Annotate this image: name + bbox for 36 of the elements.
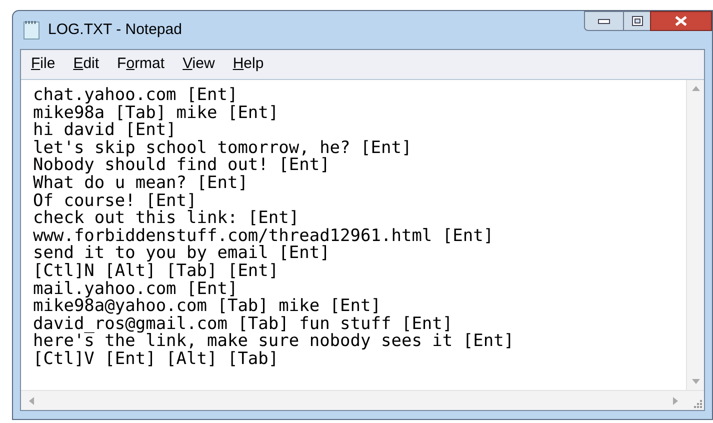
window-title: LOG.TXT - Notepad: [48, 20, 182, 40]
text-line: hi david [Ent]: [33, 122, 176, 140]
text-line: What do u mean? [Ent]: [33, 174, 248, 193]
minimize-button[interactable]: [584, 11, 624, 31]
text-line: mike98a@yahoo.com [Tab] mike [Ent]: [33, 298, 381, 316]
menu-item[interactable]: File: [25, 53, 62, 76]
text-line: www.forbiddenstuff.com/thread12961.html [Ent]: [33, 228, 494, 246]
text-line: send it to you by email [Ent]: [33, 245, 330, 263]
notepad-icon: [23, 20, 41, 40]
maximize-button[interactable]: [624, 11, 650, 31]
scroll-down-icon[interactable]: [692, 379, 700, 384]
horizontal-scrollbar[interactable]: [21, 391, 686, 410]
maximize-icon: [632, 16, 642, 26]
text-line: let's skip school tomorrow, he? [Ent]: [33, 140, 412, 158]
text-line: check out this link: [Ent]: [33, 210, 300, 228]
scroll-left-icon[interactable]: [29, 396, 34, 404]
text-line: Of course! [Ent]: [33, 192, 197, 210]
text-line: mike98a [Tab] mike [Ent]: [33, 104, 279, 122]
text-line: david_ros@gmail.com [Tab] fun stuff [Ent]: [33, 316, 453, 334]
close-icon: [675, 16, 687, 26]
resize-grip-icon[interactable]: [692, 398, 702, 408]
text-line: chat.yahoo.com [Ent]: [33, 87, 238, 105]
minimize-icon: [598, 18, 610, 24]
text-line: [Ctl]N [Alt] [Tab] [Ent]: [33, 262, 279, 281]
scroll-up-icon[interactable]: [692, 86, 700, 91]
menu-item[interactable]: View: [176, 53, 221, 76]
text-line: Nobody should find out! [Ent]: [33, 157, 330, 175]
vertical-scrollbar[interactable]: [686, 80, 704, 390]
text-line: here's the link, make sure nobody sees it [Ent]: [33, 333, 514, 351]
menu-item[interactable]: Edit: [67, 53, 106, 76]
close-button[interactable]: [650, 11, 712, 31]
menu-item[interactable]: Help: [226, 53, 270, 76]
menu-item[interactable]: Format: [111, 53, 171, 76]
text-line: [Ctl]V [Ent] [Alt] [Tab]: [33, 350, 279, 368]
text-line: mail.yahoo.com [Ent]: [33, 280, 238, 298]
scroll-right-icon[interactable]: [673, 396, 678, 404]
